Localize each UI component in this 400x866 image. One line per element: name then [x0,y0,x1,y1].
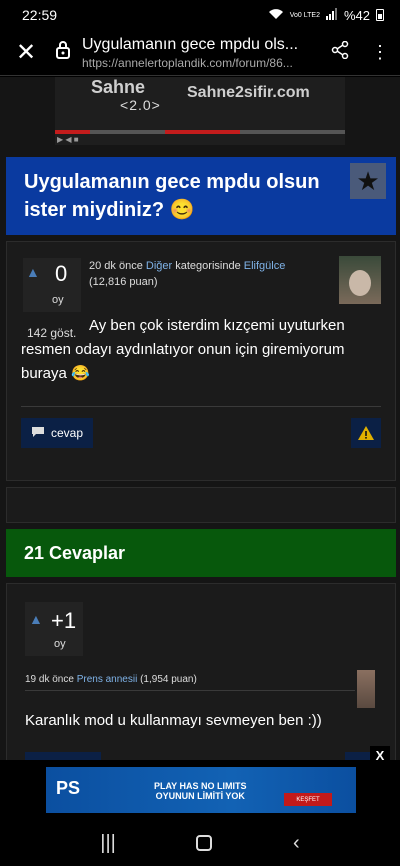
question-vote-label: oy [52,294,64,306]
bottom-ad-area: X PS PLAY HAS NO LIMITS OYUNUN LİMİTİ YO… [0,746,400,820]
ad-logo-sub-text: 2.0 [129,97,152,113]
share-icon[interactable] [320,40,360,64]
ad-line-1: PLAY HAS NO LIMITS [154,781,247,791]
empty-panel [6,487,396,523]
answers-header: 21 Cevaplar [6,529,396,577]
question-author-avatar[interactable] [339,256,381,304]
answer-meta: 19 dk önce Prens annesii (1,954 puan) [25,674,197,685]
report-warning-icon[interactable] [351,418,381,448]
question-meta-mid: kategorisinde [175,260,241,272]
system-nav-bar: ||| ‹ [0,820,400,866]
ad-progress-fill [55,130,90,134]
avatar-face [349,270,371,296]
question-meta: 20 dk önce Diğer kategorisinde Elifgülce… [89,258,329,290]
wifi-icon [268,8,284,23]
page-title-area[interactable]: Uygulamanın gece mpdu ols... https://ann… [74,36,320,70]
clock: 22:59 [22,7,58,23]
question-body: Ay ben çok isterdim kızçemi uyuturken re… [21,317,345,382]
question-title: Uygulamanın gece mpdu olsun ister miydin… [24,171,320,221]
answer-body: Karanlık mod u kullanmayı sevmeyen ben :… [25,712,322,729]
ad-logo-sub: <2.0> [120,97,161,113]
reply-button[interactable]: cevap [21,418,93,448]
answers-heading: 21 Cevaplar [24,543,126,563]
ad-line-2: OYUNUN LİMİTİ YOK [155,791,245,801]
signal-icon [325,7,338,23]
ad-text: PLAY HAS NO LIMITS OYUNUN LİMİTİ YOK [154,781,247,801]
vote-up-icon[interactable]: ▲ [26,264,40,280]
vote-up-icon[interactable]: ▲ [29,611,43,627]
answer-author-link[interactable]: Prens annesii [77,674,138,685]
bottom-ad-banner[interactable]: PS PLAY HAS NO LIMITS OYUNUN LİMİTİ YOK … [46,767,356,813]
answer-card: ▲ +1 oy 19 dk önce Prens annesii (1,954 … [6,583,396,760]
recent-apps-icon[interactable]: ||| [100,832,116,855]
question-author-points: (12,816 puan) [89,276,158,288]
close-icon[interactable]: ✕ [0,38,52,67]
question-time: 20 dk önce [89,260,143,272]
page-content: Sahne <2.0> Sahne2sifir.com ▶ ◀ ■ Uygula… [0,77,400,760]
answer-author-points: (1,954 puan) [140,674,197,685]
answer-time: 19 dk önce [25,674,74,685]
home-icon[interactable] [196,835,213,851]
top-ad-banner[interactable]: Sahne <2.0> Sahne2sifir.com ▶ ◀ ■ [55,77,345,145]
answer-vote-count: +1 [51,608,77,633]
more-options-icon[interactable]: ⋮ [360,42,400,63]
question-author-link[interactable]: Elifgülce [244,260,286,272]
comment-icon [31,426,45,441]
battery-percent: %42 [343,7,370,23]
ad-play-controls[interactable]: ▶ ◀ ■ [57,135,79,144]
question-vote-count: 0 [55,261,68,286]
answer-reply-button[interactable] [25,752,101,760]
question-category-link[interactable]: Diğer [146,260,172,272]
status-icons: Vo0 LTE2 %42 [268,7,384,23]
divider [21,406,381,407]
battery-icon [376,9,384,21]
ad-logo-left: Sahne [91,77,146,97]
answer-report-button[interactable] [345,752,371,760]
ad-logo-right: Sahne2sifir.com [187,84,310,101]
question-title-block: Uygulamanın gece mpdu olsun ister miydin… [6,157,396,235]
question-vote-box: ▲ 0 oy [23,258,81,312]
answer-author-avatar[interactable] [357,670,375,708]
playstation-logo-icon: PS [56,778,81,798]
answer-vote-label: oy [54,638,66,650]
favorite-star-icon[interactable]: ★ [350,163,386,199]
lock-icon[interactable] [52,41,74,64]
answer-vote-box: ▲ +1 oy [25,602,83,656]
ad-cta-button[interactable]: KEŞFET [284,793,332,806]
ad-progress-fill-second [165,130,240,134]
reply-button-label: cevap [50,426,84,440]
page-title: Uygulamanın gece mpdu ols... [82,35,299,53]
close-ad-button[interactable]: X [370,746,390,766]
status-bar: 22:59 Vo0 LTE2 %42 [0,0,400,30]
network-label: Vo0 LTE2 [289,11,320,19]
browser-toolbar: ✕ Uygulamanın gece mpdu ols... https://a… [0,30,400,76]
divider [25,690,355,691]
page-url: https://annelertoplandik.com/forum/86... [82,55,293,70]
back-icon[interactable]: ‹ [293,832,300,855]
question-card: ▲ 0 oy 142 göst. 20 dk önce Diğer katego… [6,241,396,481]
